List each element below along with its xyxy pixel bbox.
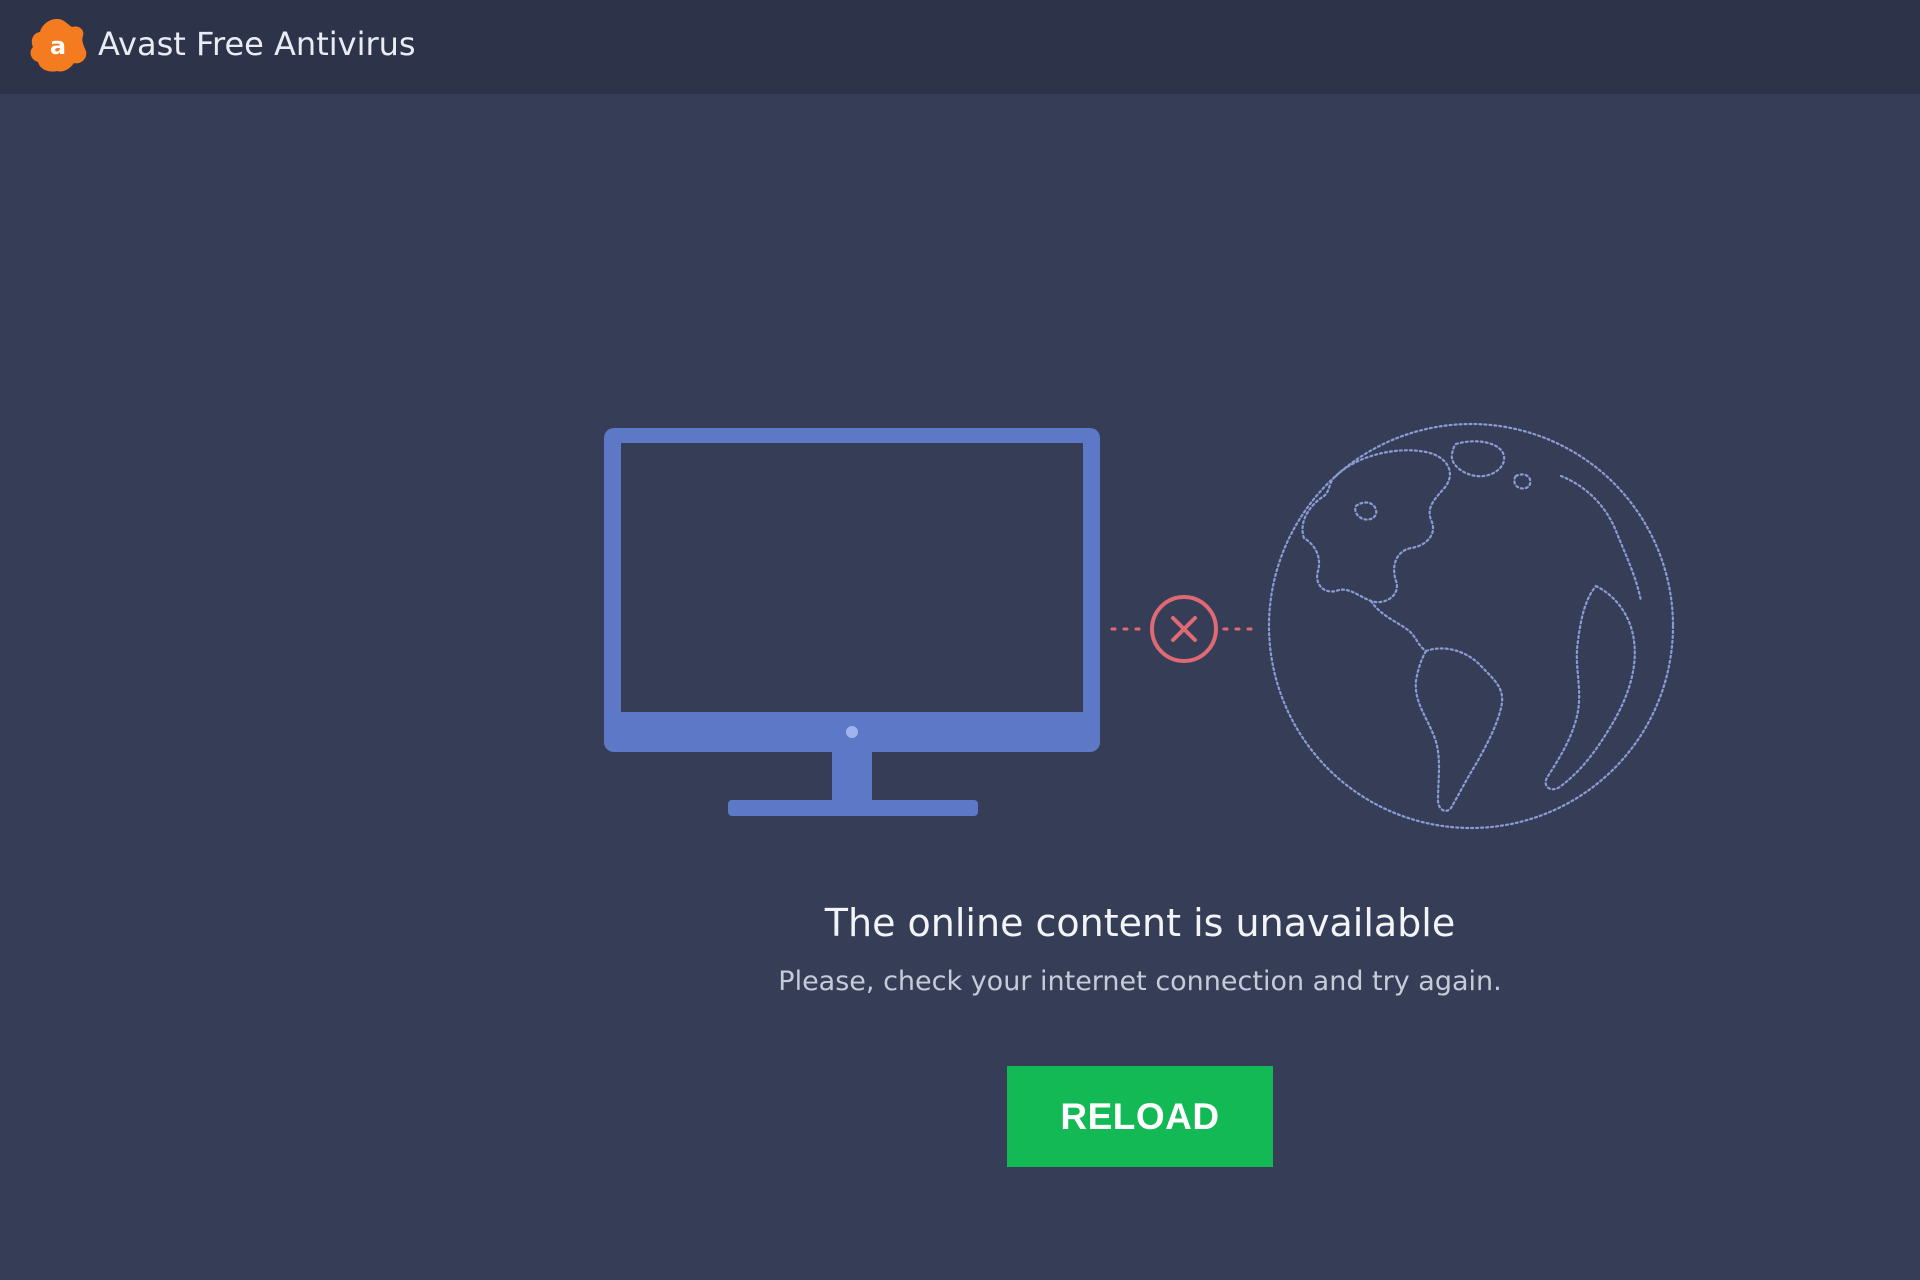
disconnected-x-icon [1150,595,1218,663]
connection-illustration [604,422,1675,830]
reload-button[interactable]: RELOAD [1007,1066,1273,1167]
globe-icon [1267,422,1675,830]
title-bar: a Avast Free Antivirus [0,0,1920,94]
error-heading: The online content is unavailable [824,901,1456,945]
avast-logo-icon: a [30,18,87,72]
svg-text:a: a [50,32,66,60]
app-title: Avast Free Antivirus [98,25,416,63]
error-subtext: Please, check your internet connection a… [778,966,1502,997]
monitor-icon [604,428,1100,816]
